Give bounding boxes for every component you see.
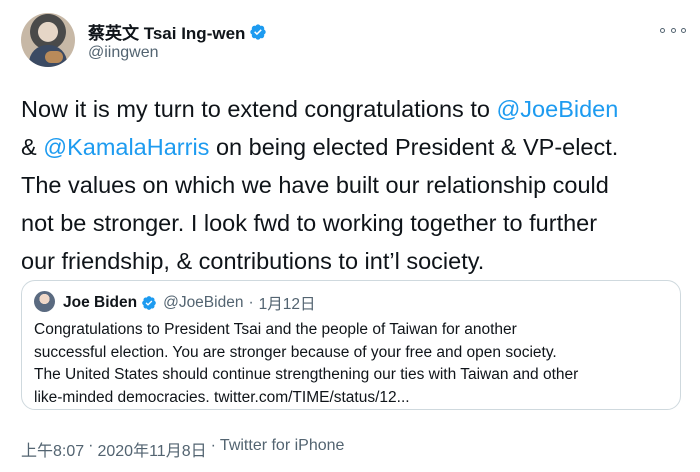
tweet-source-link[interactable]: Twitter for iPhone [220,437,345,461]
footer-separator: · [210,437,216,454]
quoted-author-handle[interactable]: @JoeBiden [163,294,243,312]
tweet-line: The values on which we have built our re… [21,172,609,198]
quoted-tweet-date[interactable]: 1月12日 [259,292,316,314]
author-name-row[interactable]: 蔡英文 Tsai Ing-wen [88,19,267,44]
verified-badge-icon [142,296,156,310]
quoted-line: like-minded democracies. twitter.com/TIM… [34,388,410,406]
verified-badge-icon [250,23,267,40]
footer-separator: · [88,437,94,454]
author-handle[interactable]: @iingwen [88,44,159,62]
tweet-line: not be stronger. I look fwd to working t… [21,210,598,236]
tweet-text-segment: & [21,134,44,160]
more-dot [670,27,676,33]
meta-separator: · [248,294,254,311]
tweet-timestamp-link[interactable]: 上午8:07 [21,437,84,461]
tweet-date-link[interactable]: 2020年11月8日 [97,437,206,461]
quoted-line: Congratulations to President Tsai and th… [34,321,517,338]
quoted-line: The United States should continue streng… [34,366,579,383]
author-avatar[interactable] [21,13,75,67]
tweet-line: our friendship, & contributions to int’l… [21,248,485,274]
tweet-card: 蔡英文 Tsai Ing-wen @iingwen Now it is my t… [0,0,700,472]
quoted-tweet[interactable]: Joe Biden @JoeBiden · 1月12日 Congratulati… [21,280,681,410]
quoted-author-avatar[interactable] [34,291,55,312]
tweet-footer: 上午8:07 · 2020年11月8日 · Twitter for iPhone [21,437,344,461]
quoted-line: successful election. You are stronger be… [34,343,557,361]
mention-joebiden-link[interactable]: @JoeBiden [496,96,618,122]
avatar-cat [45,51,63,63]
tweet-line: & @KamalaHarris on being elected Preside… [21,128,686,166]
more-dot [681,27,686,33]
tweet-text-segment: Now it is my turn to extend congratulati… [21,96,497,122]
tweet-text-segment: on being elected President & VP-elect. [209,134,619,160]
quoted-tweet-header: Joe Biden @JoeBiden · 1月12日 [63,292,316,314]
more-options-button[interactable] [660,22,686,38]
tweet-text: Now it is my turn to extend congratulati… [21,90,686,280]
quoted-author-display-name[interactable]: Joe Biden [63,294,137,312]
mention-kamalaharris-link[interactable]: @KamalaHarris [43,134,209,160]
more-dot [660,27,665,33]
author-display-name[interactable]: 蔡英文 Tsai Ing-wen [88,19,245,44]
quoted-tweet-text: Congratulations to President Tsai and th… [34,319,674,409]
tweet-line: Now it is my turn to extend congratulati… [21,90,686,128]
